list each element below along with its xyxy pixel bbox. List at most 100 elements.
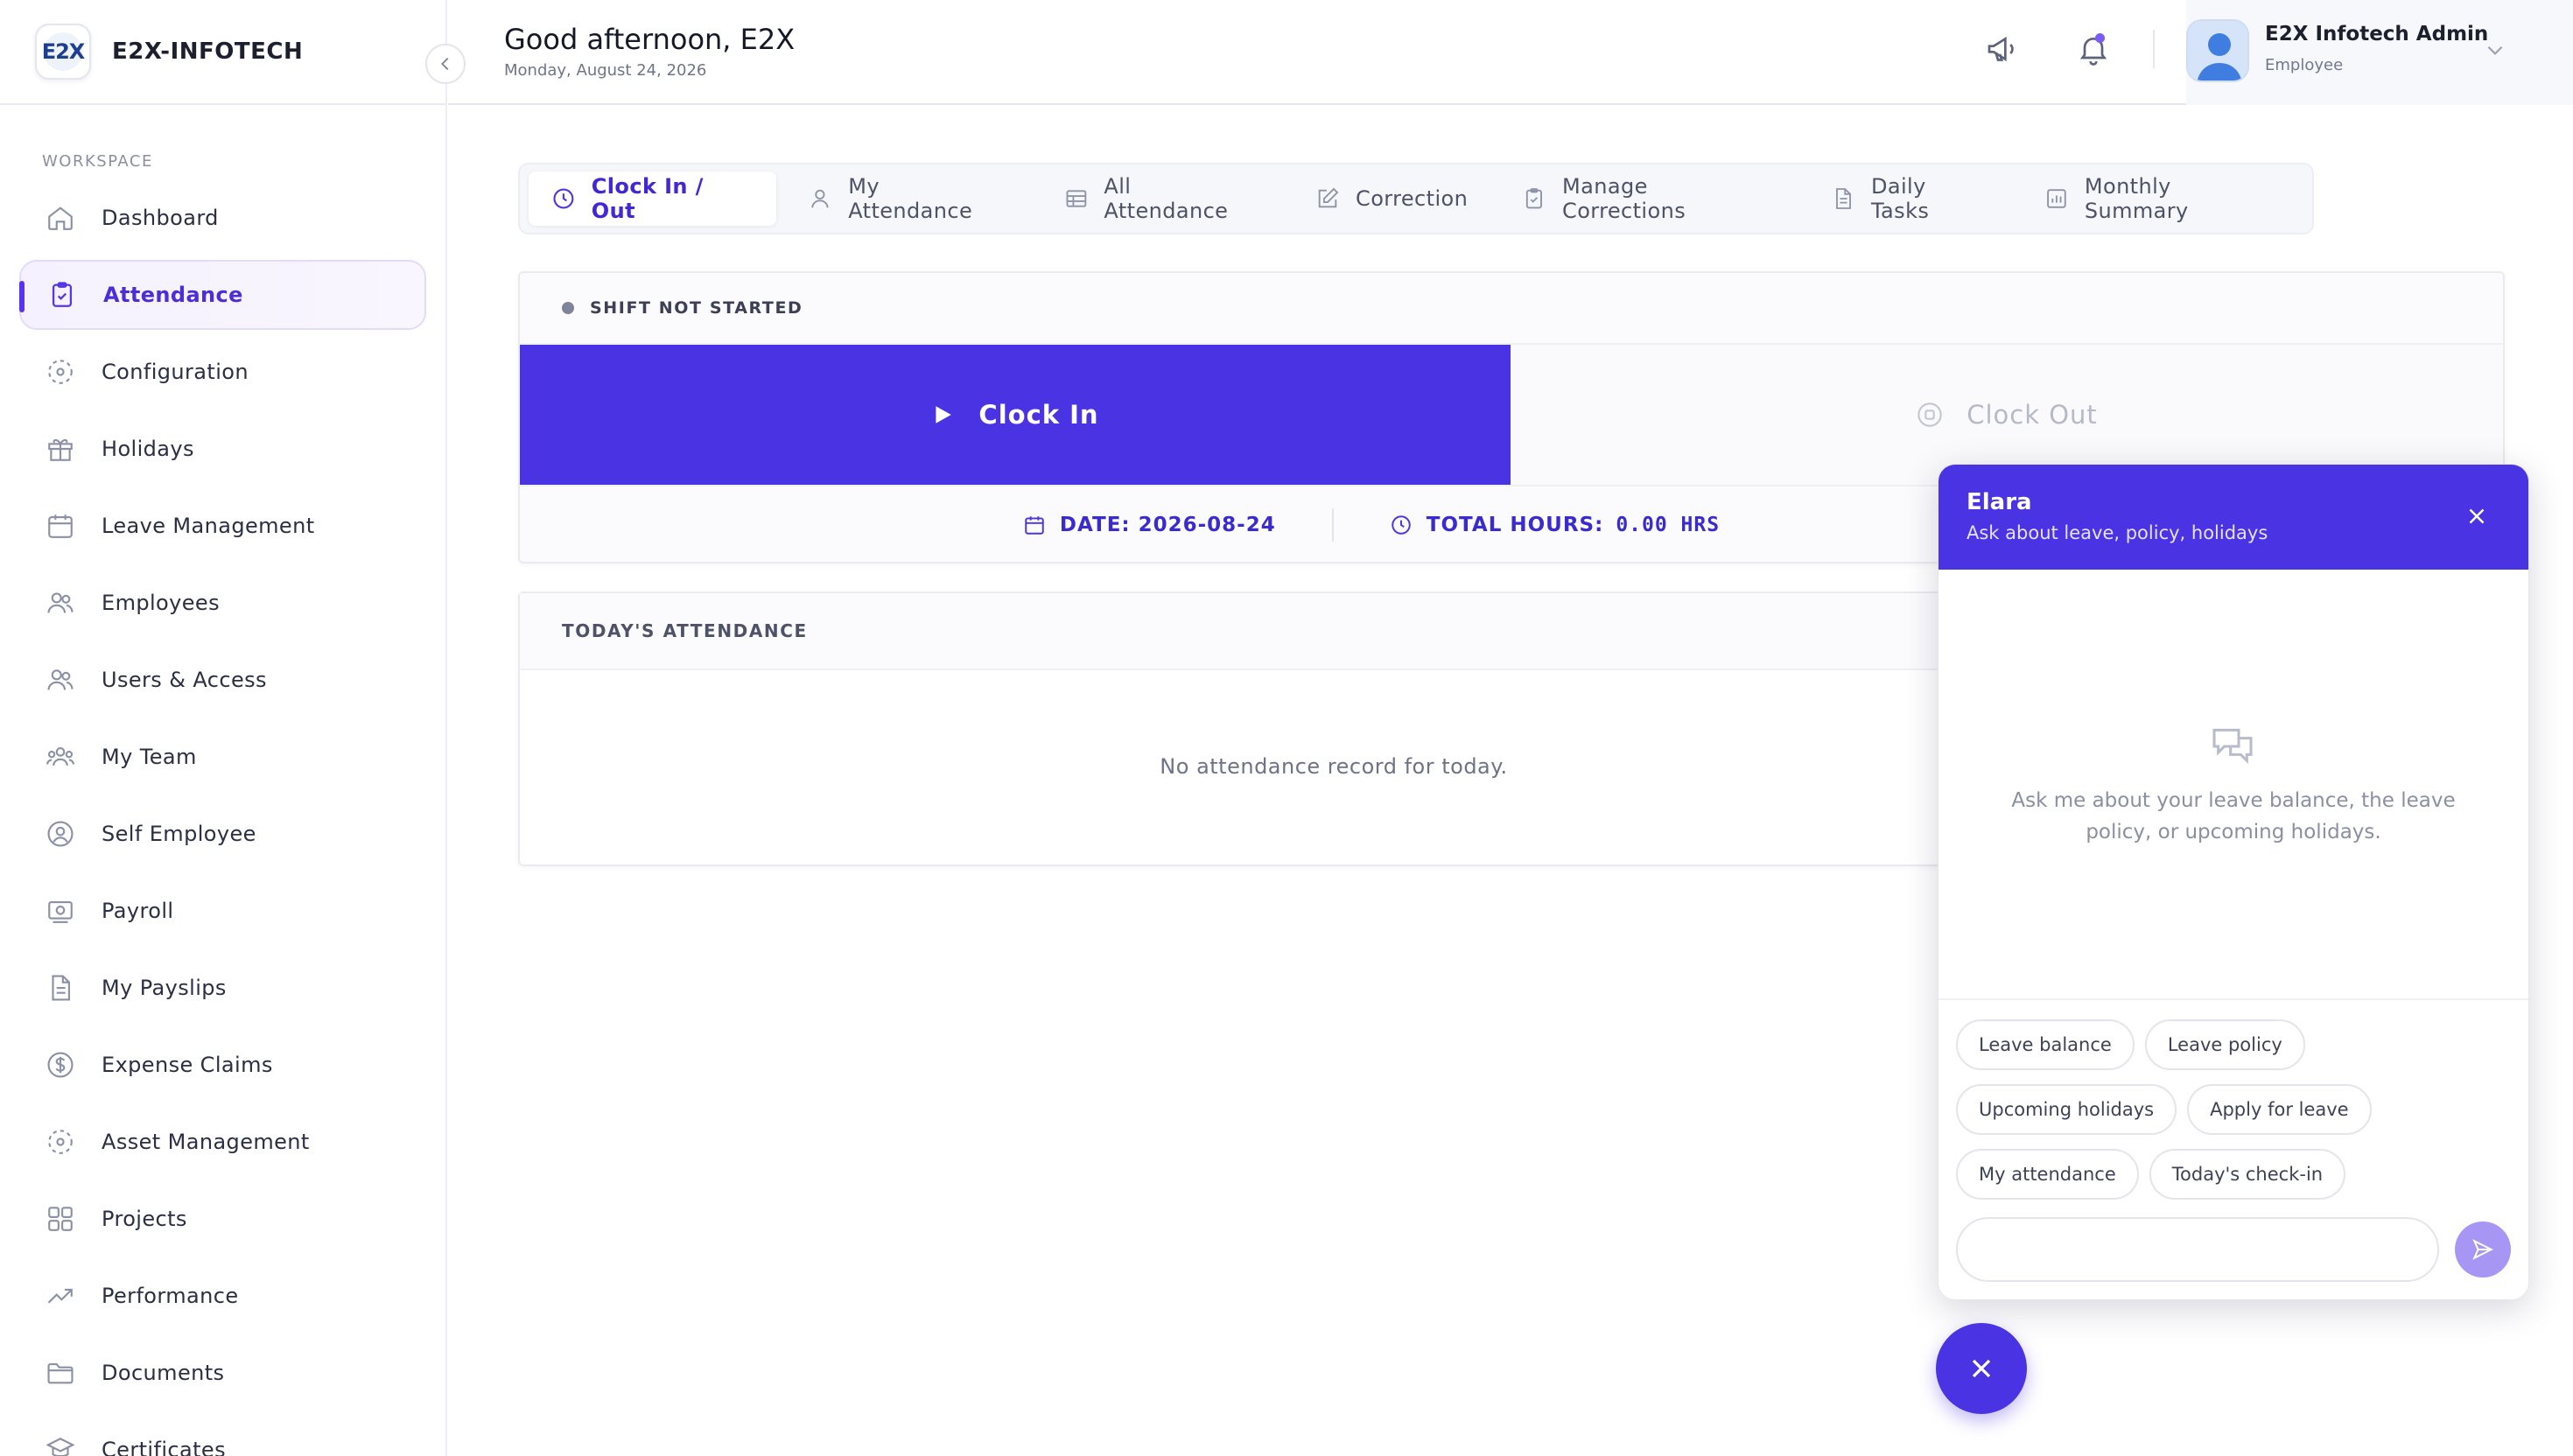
sidebar-item-attendance[interactable]: Attendance	[19, 260, 426, 330]
sidebar-item-documents[interactable]: Documents	[19, 1338, 426, 1408]
calendar-icon	[48, 514, 73, 538]
sidebar-item-configuration[interactable]: Configuration	[19, 337, 426, 407]
status-dot	[562, 302, 574, 314]
workspace-label: WORKSPACE	[42, 152, 153, 171]
sidebar-item-certificates[interactable]: Certificates	[19, 1415, 426, 1456]
date-label: DATE: 2026-08-24	[1059, 514, 1276, 536]
close-icon[interactable]	[2464, 503, 2490, 529]
brand: E2X E2X-INFOTECH	[0, 0, 445, 105]
sidebar-item-leave-management[interactable]: Leave Management	[19, 491, 426, 561]
sidebar-item-projects[interactable]: Projects	[19, 1184, 426, 1254]
chevron-left-icon	[441, 57, 449, 71]
chip-row: Upcoming holidays Apply for leave	[1956, 1084, 2511, 1135]
total-hours-meta: TOTAL HOURS: 0.00 HRS	[1390, 514, 1720, 536]
send-button[interactable]	[2455, 1222, 2511, 1278]
sidebar-item-asset-management[interactable]: Asset Management	[19, 1107, 426, 1177]
date-meta: DATE: 2026-08-24	[1023, 514, 1276, 536]
tab-label: Manage Corrections	[1562, 174, 1686, 223]
sidebar-item-dashboard[interactable]: Dashboard	[19, 183, 426, 253]
clock-out-label: Clock Out	[1967, 400, 2098, 430]
sidebar-nav: Dashboard Attendance Configuration Holid…	[0, 183, 445, 1456]
chip-todays-check-in[interactable]: Today's check-in	[2149, 1149, 2346, 1200]
document-icon	[52, 975, 70, 1001]
chip-my-attendance[interactable]: My attendance	[1956, 1149, 2139, 1200]
sidebar-item-label: Payroll	[102, 899, 174, 923]
chip-upcoming-holidays[interactable]: Upcoming holidays	[1956, 1084, 2177, 1135]
shift-status-text: SHIFT NOT STARTED	[590, 298, 803, 318]
sidebar-item-label: Projects	[102, 1207, 187, 1231]
sidebar-item-self-employee[interactable]: Self Employee	[19, 799, 426, 869]
clipboard-icon	[52, 282, 73, 307]
sidebar-collapse-button[interactable]	[425, 44, 466, 84]
chat-header: Elara Ask about leave, policy, holidays	[1939, 465, 2528, 570]
sidebar-item-label: Attendance	[103, 283, 243, 307]
chat-bubbles-icon	[2212, 728, 2253, 764]
sidebar-item-label: My Team	[102, 745, 197, 769]
clock-in-button[interactable]: Clock In	[520, 345, 1511, 485]
sidebar-item-performance[interactable]: Performance	[19, 1261, 426, 1331]
notification-dot	[2095, 33, 2105, 43]
users-access-icon	[47, 669, 74, 690]
bell-icon[interactable]	[2076, 32, 2111, 66]
tab-all-attendance[interactable]: All Attendance	[1041, 172, 1284, 226]
chip-leave-balance[interactable]: Leave balance	[1956, 1019, 2135, 1070]
sidebar-item-label: Leave Management	[102, 514, 315, 538]
sidebar-item-label: Self Employee	[102, 822, 256, 846]
settings-dashed-icon	[48, 360, 73, 384]
attendance-tabs: Clock In / Out My Attendance All Attenda…	[518, 163, 2314, 234]
tab-monthly-summary[interactable]: Monthly Summary	[2022, 172, 2303, 226]
chip-leave-policy[interactable]: Leave policy	[2144, 1019, 2305, 1070]
tab-clock-in-out[interactable]: Clock In / Out	[529, 172, 777, 226]
tab-label: My Attendance	[848, 174, 973, 223]
sidebar-item-label: Certificates	[102, 1438, 226, 1456]
tab-daily-tasks[interactable]: Daily Tasks	[1808, 172, 2013, 226]
avatar	[2186, 19, 2249, 82]
profile-name: E2X Infotech Admin	[2265, 23, 2489, 46]
sidebar-item-users-access[interactable]: Users & Access	[19, 645, 426, 715]
sidebar-item-employees[interactable]: Employees	[19, 568, 426, 638]
clock-in-label: Clock In	[978, 400, 1099, 430]
tab-correction[interactable]: Correction	[1293, 172, 1490, 226]
home-icon	[48, 206, 73, 230]
brand-logo[interactable]: E2X	[35, 24, 91, 80]
close-icon	[1972, 1359, 1991, 1378]
greeting-date: Monday, August 24, 2026	[504, 61, 707, 80]
user-circle-icon	[47, 821, 74, 847]
clipboard-check-icon	[1526, 188, 1543, 209]
megaphone-icon[interactable]	[1985, 32, 2020, 66]
tab-label: Correction	[1356, 186, 1469, 211]
chat-body: Ask me about your leave balance, the lea…	[1939, 570, 2528, 1000]
sidebar: E2X E2X-INFOTECH WORKSPACE Dashboard Att…	[0, 0, 447, 1456]
sidebar-item-label: Asset Management	[102, 1130, 310, 1154]
sidebar-item-my-payslips[interactable]: My Payslips	[19, 953, 426, 1023]
sidebar-item-holidays[interactable]: Holidays	[19, 414, 426, 484]
play-icon	[936, 406, 952, 424]
tab-manage-corrections[interactable]: Manage Corrections	[1499, 172, 1799, 226]
sidebar-item-payroll[interactable]: Payroll	[19, 876, 426, 946]
avatar-user-icon	[2188, 21, 2247, 80]
folder-icon	[47, 1363, 74, 1384]
tab-label: Daily Tasks	[1870, 174, 1930, 223]
sidebar-item-label: Employees	[102, 591, 220, 615]
sidebar-item-label: Dashboard	[102, 206, 219, 230]
brand-name: E2X-INFOTECH	[112, 38, 304, 65]
sidebar-item-label: Holidays	[102, 437, 194, 461]
chat-input[interactable]	[1956, 1217, 2439, 1282]
meta-separator	[1331, 508, 1334, 542]
sidebar-item-label: Users & Access	[102, 668, 267, 692]
sidebar-item-expense-claims[interactable]: Expense Claims	[19, 1030, 426, 1100]
profile-menu[interactable]: E2X Infotech Admin Employee	[2186, 0, 2573, 105]
certificate-icon	[46, 1438, 75, 1456]
table-icon	[1066, 190, 1086, 207]
sidebar-item-label: Performance	[102, 1284, 239, 1308]
tab-my-attendance[interactable]: My Attendance	[785, 172, 1032, 226]
chip-apply-for-leave[interactable]: Apply for leave	[2187, 1084, 2372, 1135]
total-hours-value: 0.00 HRS	[1616, 514, 1721, 536]
stop-circle-icon	[1917, 402, 1942, 427]
asset-icon	[48, 1130, 73, 1154]
shift-status: SHIFT NOT STARTED	[520, 273, 2503, 345]
sidebar-item-my-team[interactable]: My Team	[19, 722, 426, 792]
chat-title: Elara	[1967, 489, 2032, 515]
tab-label: Clock In / Out	[591, 174, 704, 223]
chat-toggle-button[interactable]	[1936, 1323, 2027, 1414]
